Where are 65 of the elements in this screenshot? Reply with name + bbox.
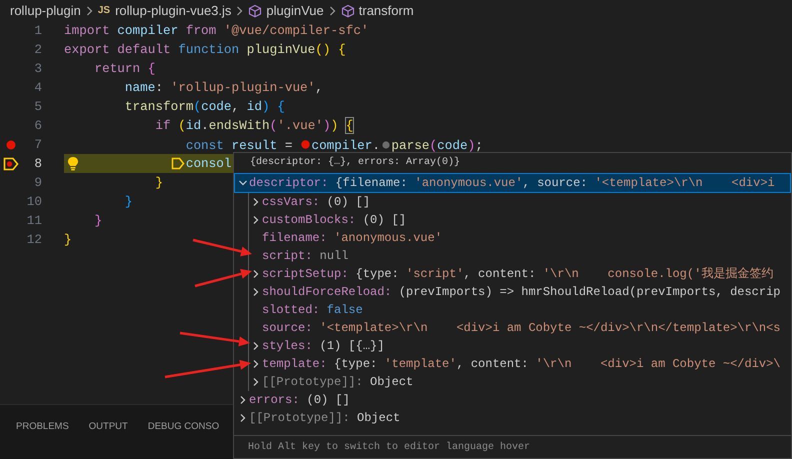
cube-icon: [248, 4, 262, 18]
variable-entry: [[Prototype]]: Object: [262, 374, 414, 391]
lightbulb-icon[interactable]: [67, 156, 79, 171]
panel-tab[interactable]: DEBUG CONSO: [148, 420, 220, 436]
annotation-arrow: [180, 332, 250, 346]
line-number: 8: [33, 155, 42, 173]
variable-entry: customBlocks: (0) []: [262, 212, 406, 229]
variable-entry: filename: 'anonymous.vue': [262, 230, 442, 247]
code-line: transform(code, id) {: [124, 98, 285, 116]
code-line: const result = compiler. parse(code);: [186, 136, 483, 154]
line-number: 2: [33, 41, 42, 59]
line-number: 12: [26, 231, 42, 249]
panel-tab[interactable]: OUTPUT: [88, 420, 128, 436]
tree-row[interactable]: descriptor: {filename: 'anonymous.vue', source: '<template>\r\n <div>i: [234, 173, 791, 193]
tree-row[interactable]: [[Prototype]]: Object: [249, 373, 791, 391]
breakpoint-icon: [301, 140, 310, 148]
chevron-icon: [236, 6, 244, 16]
code-line: import compiler from '@vue/compiler-sfc': [64, 22, 369, 40]
tree-row[interactable]: cssVars: (0) []: [249, 193, 791, 211]
code-line: export default function pluginVue() {: [64, 41, 346, 59]
hover-hint: Hold Alt key to switch to editor language hover: [234, 435, 791, 458]
line-number: 5: [33, 98, 42, 116]
code-line: }: [124, 193, 133, 211]
tree-row[interactable]: script: null: [249, 247, 791, 265]
line-number: 11: [26, 212, 42, 230]
file-type-icon: JS: [98, 3, 110, 18]
code-line: return {: [94, 60, 156, 78]
variable-entry: cssVars: (0) []: [262, 194, 370, 211]
variable-entry: [[Prototype]]: Object: [249, 410, 400, 427]
variable-entry: styles: (1) [{…}]: [262, 338, 384, 355]
chevron-icon: [86, 6, 93, 16]
chevron-icon: [328, 6, 336, 16]
tree-row[interactable]: filename: 'anonymous.vue': [249, 229, 791, 247]
panel-tab[interactable]: PROBLEMS: [16, 420, 69, 436]
tree-row[interactable]: errors: (0) []: [234, 391, 791, 409]
tree-row[interactable]: styles: (1) [{…}]: [249, 337, 791, 355]
line-number: 1: [33, 22, 42, 40]
tree-row[interactable]: slotted: false: [249, 301, 791, 319]
annotation-arrow: [194, 268, 252, 288]
variable-entry: descriptor: {filename: 'anonymous.vue', source: '<template>\r\n <div>i: [249, 175, 775, 192]
breadcrumb-item[interactable]: rollup-plugin-vue3.js: [115, 0, 232, 20]
line-number: 6: [33, 117, 42, 135]
code-line: }: [64, 231, 72, 249]
code-line: if (id.endsWith('.vue')) {: [155, 117, 354, 135]
breadcrumb-item[interactable]: rollup-plugin: [10, 0, 81, 20]
breadcrumb-item[interactable]: pluginVue: [266, 0, 324, 20]
line-number: 3: [33, 60, 42, 78]
variable-entry: errors: (0) []: [249, 392, 350, 409]
line-number: 10: [26, 193, 42, 211]
dot-icon: [382, 140, 390, 148]
line-number: 4: [33, 79, 42, 97]
line-number: 9: [33, 174, 42, 192]
hover-summary: {descriptor: {…}, errors: Array(0)}: [249, 156, 462, 170]
tree-row[interactable]: customBlocks: (0) []: [249, 211, 791, 229]
code-line: consol: [186, 155, 232, 173]
breadcrumb-item[interactable]: transform: [358, 0, 414, 20]
annotation-arrow: [192, 238, 252, 256]
code-line: }: [94, 212, 102, 230]
tree-row[interactable]: [[Prototype]]: Object: [234, 409, 791, 427]
line-number: 7: [33, 136, 42, 154]
variable-entry: slotted: false: [262, 302, 363, 319]
code-line: name: 'rollup-plugin-vue',: [124, 79, 323, 97]
code-line: }: [155, 174, 163, 192]
variable-entry: script: null: [262, 248, 348, 265]
cube-icon: [340, 4, 355, 18]
